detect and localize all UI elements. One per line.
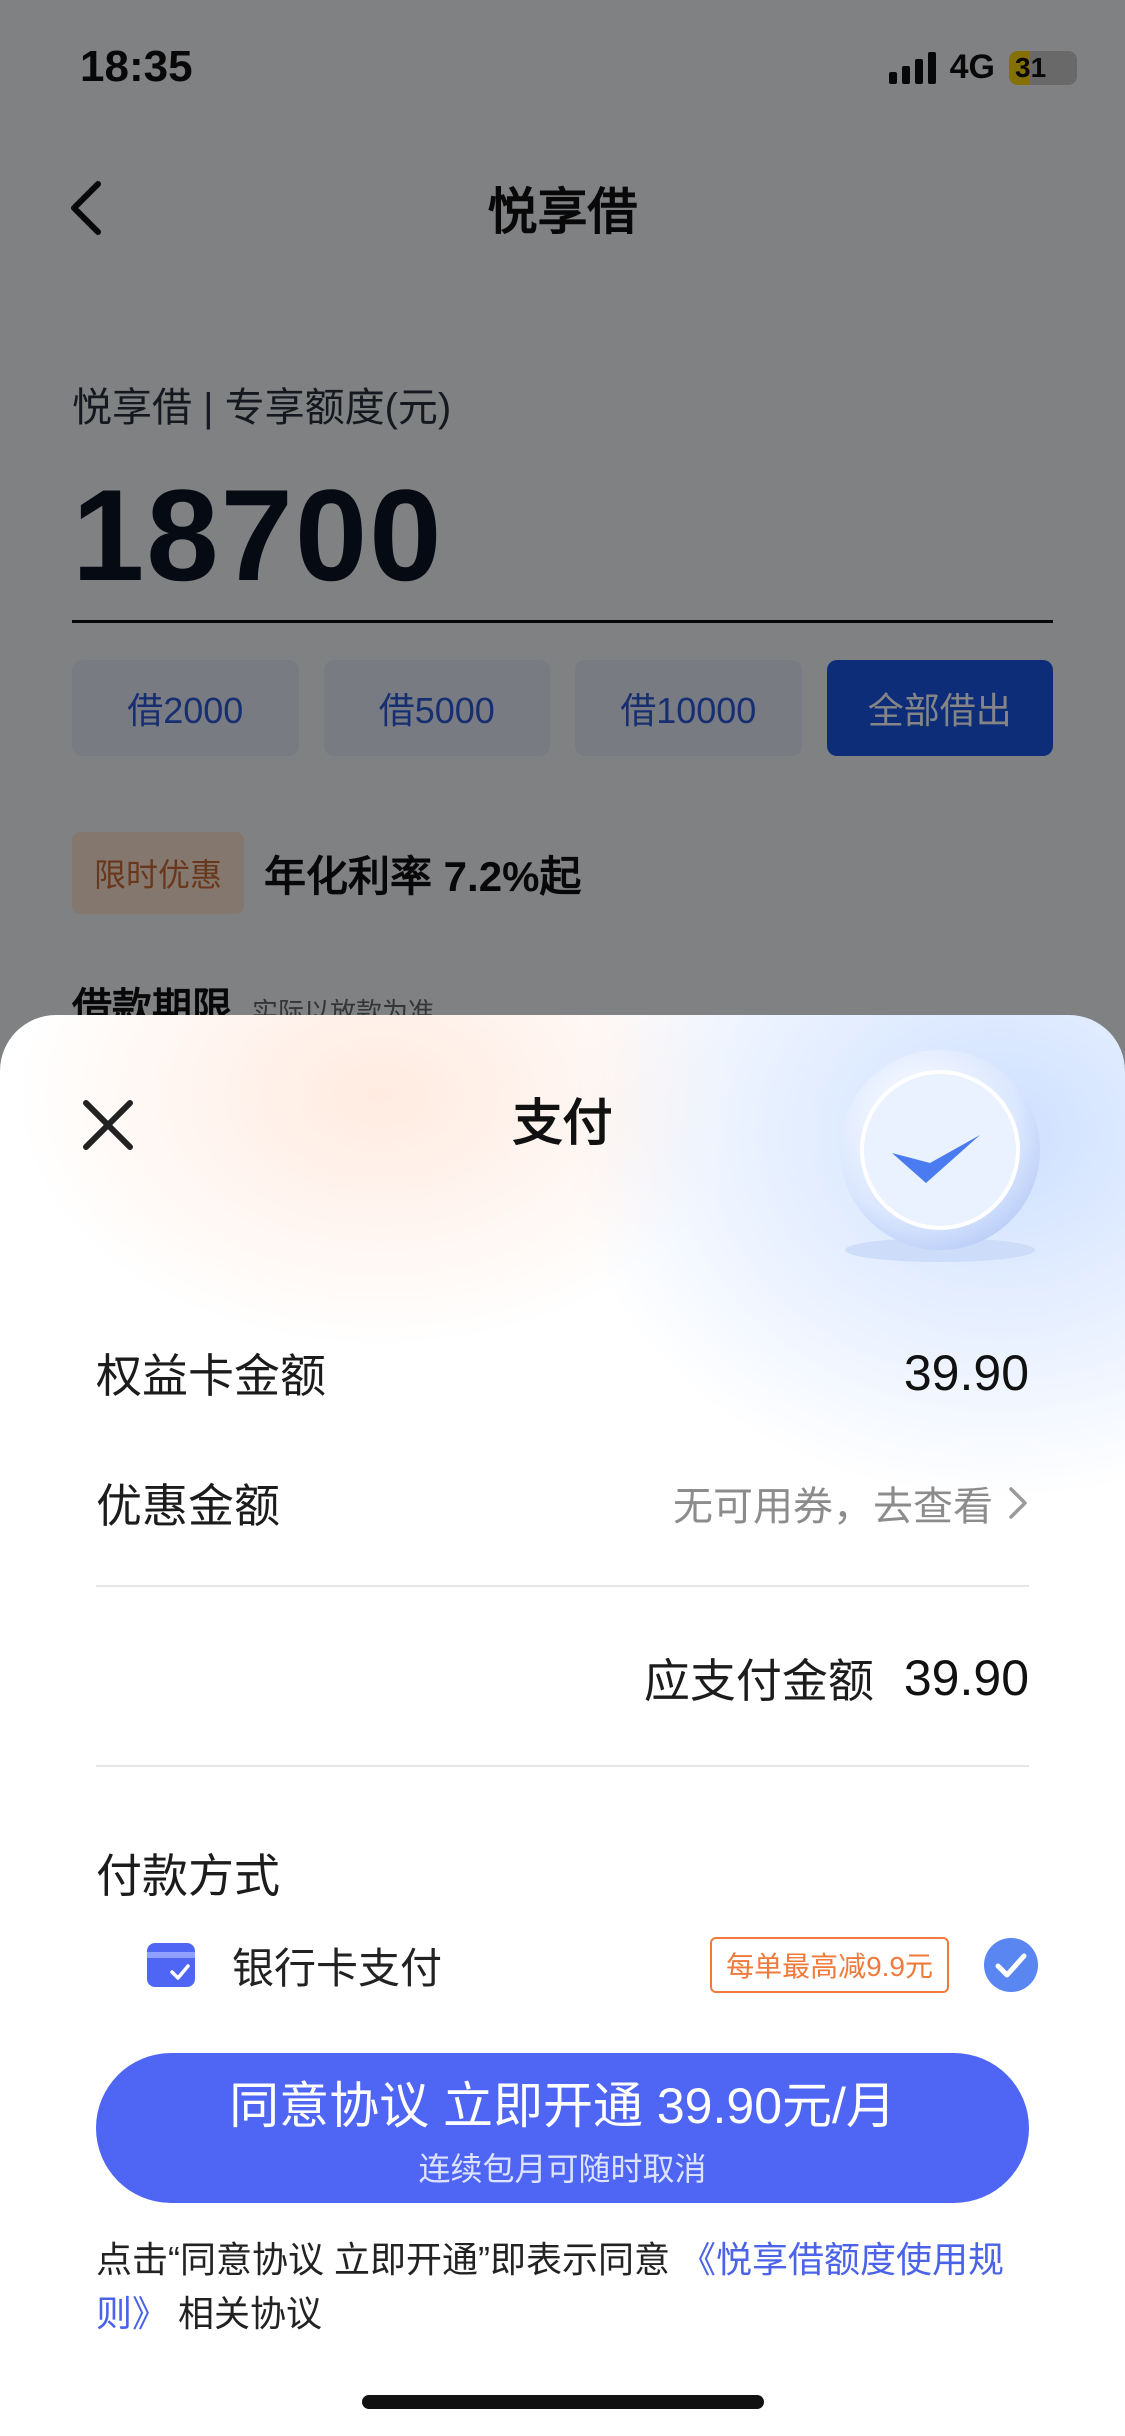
selected-check-icon[interactable] (983, 1937, 1039, 1993)
agreement-suffix: 相关协议 (168, 2293, 323, 2334)
chevron-right-icon (1009, 1487, 1027, 1519)
pay-discount-badge: 每单最高减9.9元 (710, 1937, 949, 1993)
total-value: 39.90 (903, 1650, 1029, 1706)
home-indicator[interactable] (362, 2395, 764, 2409)
activate-button-sublabel: 连续包月可随时取消 (418, 2151, 707, 2187)
agreement-text: 点击“同意协议 立即开通”即表示同意 《悦享借额度使用规则》 相关协议 (96, 2233, 1046, 2341)
activate-button-label: 同意协议 立即开通 39.90元/月 (229, 2078, 896, 2134)
pay-option-label: 银行卡支付 (232, 1944, 443, 1992)
bank-card-icon (147, 1943, 195, 1987)
divider (96, 1585, 1029, 1587)
pay-option-bank-card[interactable]: 银行卡支付 每单最高减9.9元 (146, 1925, 1039, 2005)
total-label: 应支付金额 (643, 1655, 874, 1707)
discount-label: 优惠金额 (96, 1480, 280, 1532)
coupon-status: 无可用券，去查看 (673, 1485, 993, 1529)
activate-button[interactable]: 同意协议 立即开通 39.90元/月 连续包月可随时取消 (96, 2053, 1029, 2203)
view-coupons-link[interactable]: 无可用券，去查看 (673, 1474, 1029, 1532)
divider (96, 1765, 1029, 1767)
total-row: 应支付金额 39.90 (644, 1645, 1029, 1711)
benefit-value: 39.90 (903, 1345, 1029, 1401)
discount-row[interactable]: 优惠金额 无可用券，去查看 (96, 1470, 1029, 1536)
pay-method-title: 付款方式 (96, 1850, 280, 1902)
benefit-amount-row: 权益卡金额 39.90 (96, 1340, 1029, 1406)
checkmark-badge-icon (840, 1050, 1040, 1262)
agreement-prefix: 点击“同意协议 立即开通”即表示同意 (96, 2239, 680, 2280)
benefit-label: 权益卡金额 (96, 1350, 326, 1402)
payment-sheet: 支付 权益卡金额 39.90 优惠金额 无可用券，去查看 应支付金额 39.90 (0, 1015, 1125, 2436)
